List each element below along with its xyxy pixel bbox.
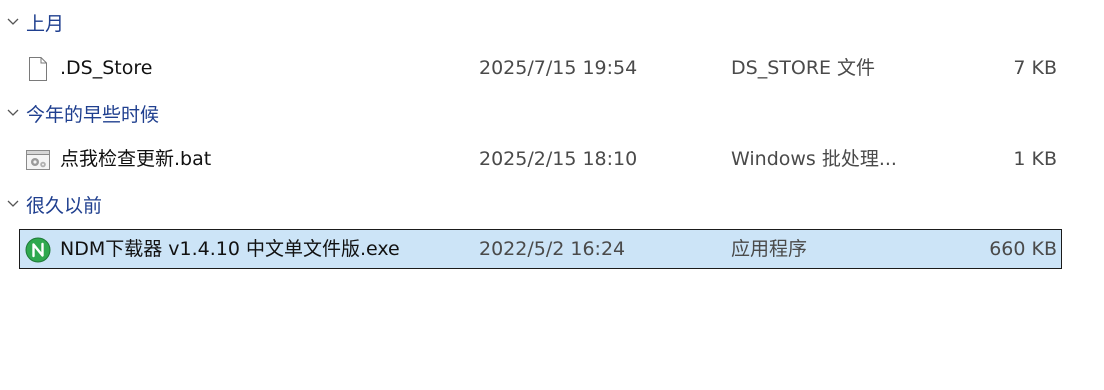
- chevron-down-icon[interactable]: [0, 189, 26, 219]
- file-row-selected[interactable]: NDM下载器 v1.4.10 中文单文件版.exe 2022/5/2 16:24…: [19, 229, 1062, 269]
- file-size: 7 KB: [1013, 57, 1057, 79]
- ndm-app-icon: [25, 237, 51, 263]
- file-date: 2025/7/15 19:54: [479, 57, 638, 79]
- group-label: 很久以前: [26, 194, 103, 217]
- group-header-long-ago[interactable]: 很久以前: [0, 189, 102, 219]
- group-header-earlier-this-year[interactable]: 今年的早些时候: [0, 98, 159, 128]
- group-header-last-month[interactable]: 上月: [0, 7, 64, 37]
- file-name: 点我检查更新.bat: [60, 148, 212, 170]
- file-row[interactable]: 点我检查更新.bat 2025/2/15 18:10 Windows 批处理..…: [19, 139, 1062, 179]
- blank-file-icon: [25, 56, 51, 82]
- chevron-down-icon[interactable]: [0, 7, 26, 37]
- file-row[interactable]: .DS_Store 2025/7/15 19:54 DS_STORE 文件 7 …: [19, 48, 1062, 88]
- file-size: 660 KB: [989, 238, 1057, 260]
- group-label: 今年的早些时候: [26, 103, 160, 126]
- file-type: Windows 批处理...: [731, 148, 897, 170]
- file-name: NDM下载器 v1.4.10 中文单文件版.exe: [60, 238, 400, 260]
- batch-file-icon: [25, 147, 51, 173]
- file-date: 2022/5/2 16:24: [479, 238, 626, 260]
- file-size: 1 KB: [1013, 148, 1057, 170]
- file-date: 2025/2/15 18:10: [479, 148, 638, 170]
- group-label: 上月: [26, 12, 65, 35]
- file-name: .DS_Store: [60, 57, 153, 79]
- file-type: 应用程序: [731, 238, 808, 260]
- chevron-down-icon[interactable]: [0, 98, 26, 128]
- file-type: DS_STORE 文件: [731, 57, 876, 79]
